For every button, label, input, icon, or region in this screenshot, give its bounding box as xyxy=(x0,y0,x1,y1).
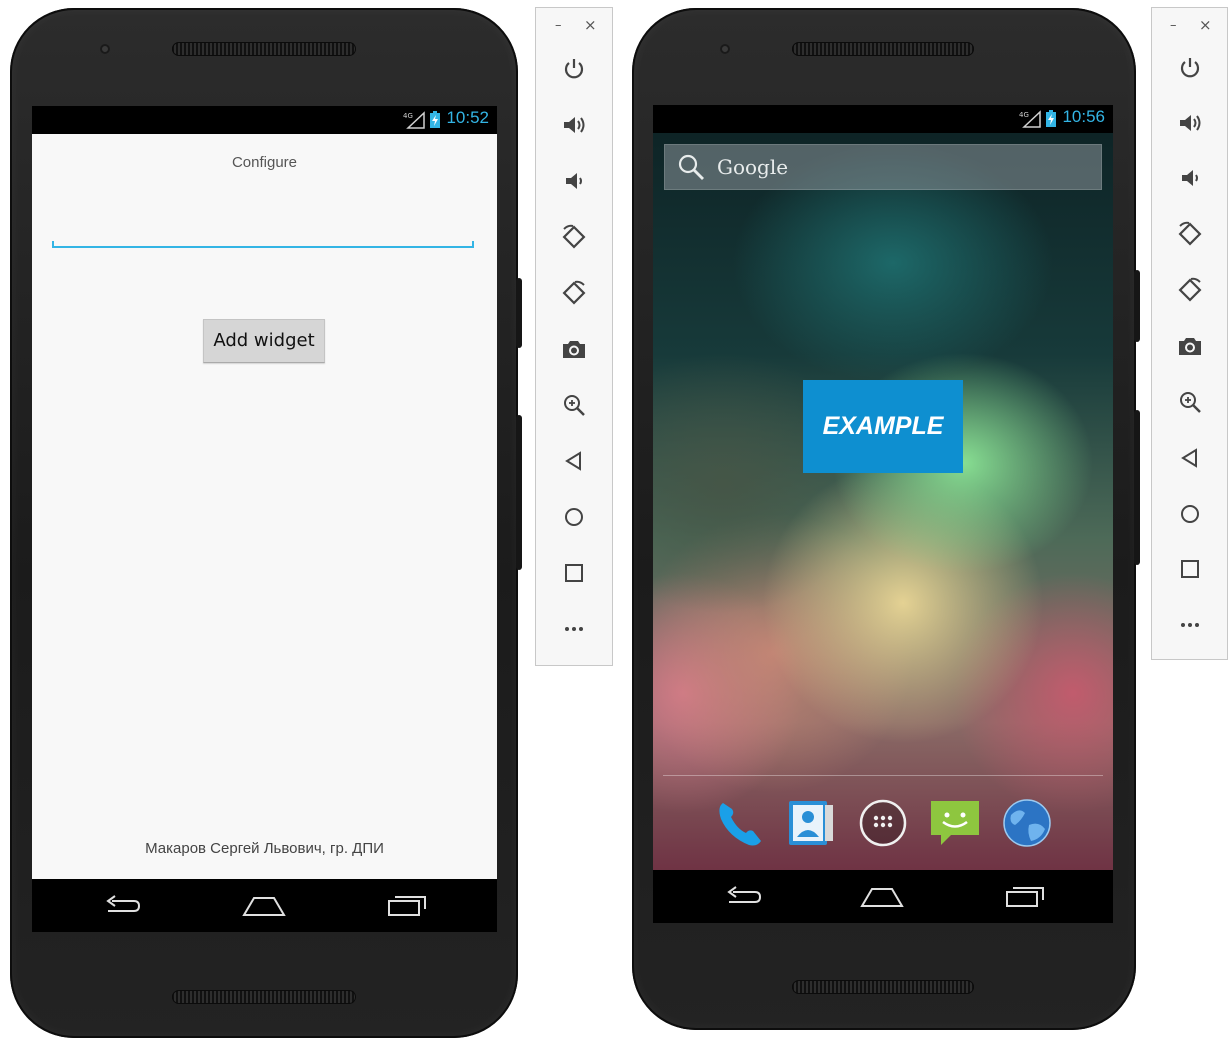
more-icon[interactable] xyxy=(1176,611,1204,639)
home-icon[interactable] xyxy=(560,503,588,531)
recent-apps-icon[interactable] xyxy=(387,893,427,917)
right-phone-top-speaker xyxy=(792,42,974,56)
configure-activity: Configure Add widget Макаров Сергей Льво… xyxy=(32,134,497,879)
dock-divider xyxy=(663,775,1103,776)
search-label: Google xyxy=(717,155,789,179)
minimize-button[interactable]: – xyxy=(1170,18,1177,33)
left-phone-screen: 4G 10:52 Configure Add widget Макаров Се… xyxy=(32,106,497,932)
home-wallpaper: Google EXAMPLE xyxy=(653,133,1113,870)
left-phone-bottom-speaker xyxy=(172,990,356,1004)
messaging-icon[interactable] xyxy=(929,797,981,849)
left-phone-volume-side-button xyxy=(516,415,522,570)
camera-icon[interactable] xyxy=(560,335,588,363)
status-time: 10:56 xyxy=(1062,107,1105,126)
left-phone-power-side-button xyxy=(516,278,522,348)
status-time: 10:52 xyxy=(446,108,489,127)
navigation-bar xyxy=(32,879,497,932)
back-icon[interactable] xyxy=(102,895,142,917)
home-icon[interactable] xyxy=(1176,500,1204,528)
svg-text:4G: 4G xyxy=(1019,111,1029,119)
svg-text:4G: 4G xyxy=(403,112,413,120)
volume-up-icon[interactable] xyxy=(1176,109,1204,137)
volume-up-icon[interactable] xyxy=(560,111,588,139)
app-drawer-icon[interactable] xyxy=(857,797,909,849)
back-icon[interactable] xyxy=(560,447,588,475)
signal-icon: 4G xyxy=(403,111,425,129)
search-icon xyxy=(678,154,704,180)
status-icons: 4G xyxy=(1018,110,1057,128)
signal-icon: 4G xyxy=(1019,110,1041,128)
contacts-icon[interactable] xyxy=(785,797,837,849)
power-icon[interactable] xyxy=(560,55,588,83)
power-icon[interactable] xyxy=(1176,54,1204,82)
home-icon[interactable] xyxy=(242,895,286,917)
right-phone-screen: 4G 10:56 Google EXAMPLE xyxy=(653,105,1113,923)
right-phone-front-camera xyxy=(720,44,730,54)
status-bar: 4G 10:56 xyxy=(653,105,1113,133)
status-bar: 4G 10:52 xyxy=(32,106,497,134)
overview-icon[interactable] xyxy=(560,559,588,587)
input-underline xyxy=(52,246,474,248)
author-credit: Макаров Сергей Львович, гр. ДПИ xyxy=(145,840,384,857)
rotate-left-icon[interactable] xyxy=(1176,220,1204,248)
emulator-toolbar-left: – × xyxy=(535,7,613,666)
example-widget[interactable]: EXAMPLE xyxy=(803,380,963,473)
battery-icon xyxy=(430,111,440,128)
widget-text-input[interactable] xyxy=(52,204,476,248)
back-icon[interactable] xyxy=(723,886,763,908)
right-phone-bottom-speaker xyxy=(792,980,974,994)
page-title: Configure xyxy=(231,154,298,171)
recent-apps-icon[interactable] xyxy=(1005,884,1045,908)
home-icon[interactable] xyxy=(860,886,904,908)
minimize-button[interactable]: – xyxy=(555,18,562,33)
close-button[interactable]: × xyxy=(584,16,597,34)
right-phone-power-side-button xyxy=(1134,270,1140,342)
rotate-left-icon[interactable] xyxy=(560,223,588,251)
camera-icon[interactable] xyxy=(1176,332,1204,360)
volume-down-icon[interactable] xyxy=(1176,164,1204,192)
emulator-toolbar-right: – × xyxy=(1151,7,1228,660)
zoom-icon[interactable] xyxy=(560,391,588,419)
browser-icon[interactable] xyxy=(1001,797,1053,849)
close-button[interactable]: × xyxy=(1199,16,1212,34)
back-icon[interactable] xyxy=(1176,444,1204,472)
google-search-bar[interactable]: Google xyxy=(664,144,1102,190)
rotate-right-icon[interactable] xyxy=(1176,276,1204,304)
overview-icon[interactable] xyxy=(1176,555,1204,583)
status-icons: 4G xyxy=(402,111,441,129)
more-icon[interactable] xyxy=(560,615,588,643)
navigation-bar xyxy=(653,870,1113,923)
input-underline-left-tick xyxy=(52,241,54,247)
right-phone-volume-side-button xyxy=(1134,410,1140,565)
left-phone-top-speaker xyxy=(172,42,356,56)
rotate-right-icon[interactable] xyxy=(560,279,588,307)
phone-icon[interactable] xyxy=(713,797,765,849)
zoom-icon[interactable] xyxy=(1176,388,1204,416)
volume-down-icon[interactable] xyxy=(560,167,588,195)
input-underline-right-tick xyxy=(472,241,474,247)
left-phone-front-camera xyxy=(100,44,110,54)
battery-icon xyxy=(1046,110,1056,127)
example-widget-label: EXAMPLE xyxy=(822,412,944,440)
add-widget-button[interactable]: Add widget xyxy=(203,319,325,363)
